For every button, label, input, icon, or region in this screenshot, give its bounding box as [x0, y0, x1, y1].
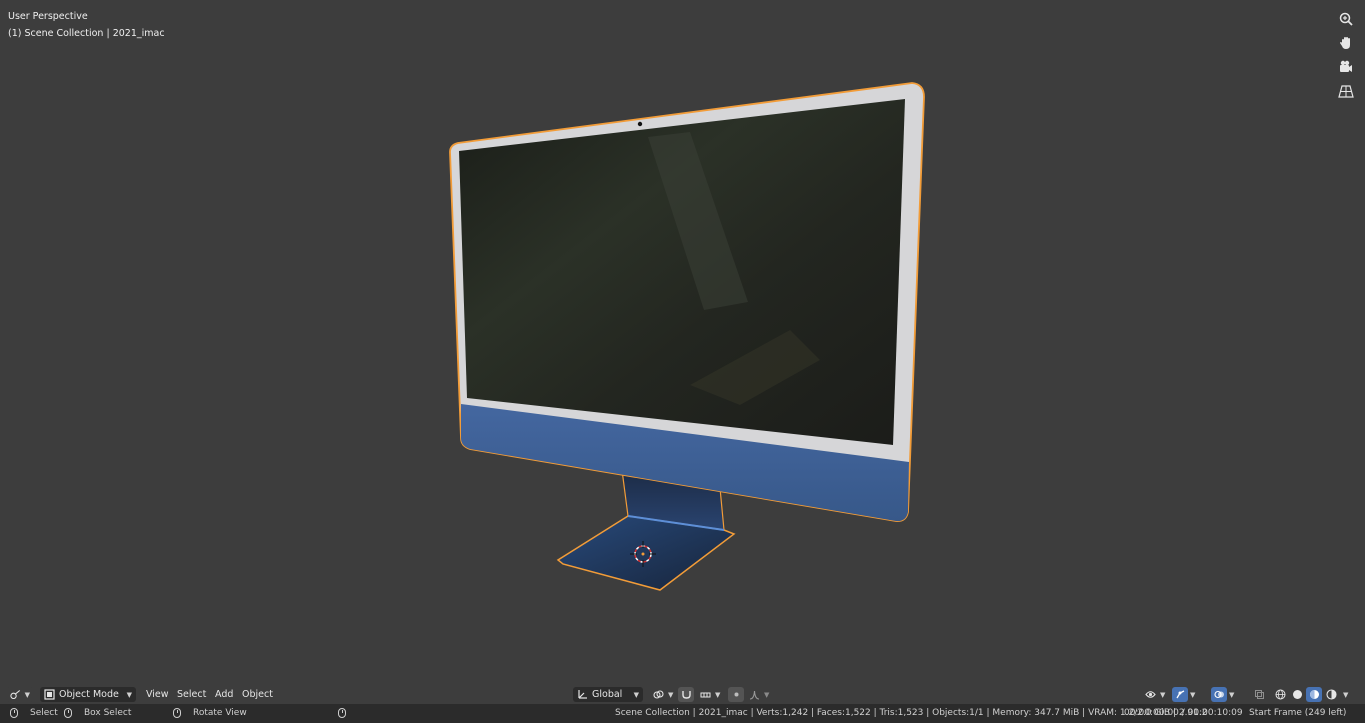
proportional-edit-toggle[interactable] — [728, 687, 744, 702]
menu-object[interactable]: Object — [238, 687, 277, 702]
menu-view[interactable]: View — [142, 687, 173, 702]
mouse-icon — [338, 708, 346, 718]
object-mode-icon — [44, 689, 55, 700]
status-select-hint: Select — [10, 708, 58, 718]
snap-toggle[interactable] — [678, 687, 694, 702]
rendered-shading-icon — [1325, 689, 1337, 700]
mouse-icon — [64, 708, 72, 718]
snap-increment-icon — [700, 692, 710, 698]
camera-dot — [637, 121, 643, 127]
wireframe-shading-icon — [1275, 689, 1285, 700]
3d-viewport[interactable]: User Perspective (1) Scene Collection | … — [0, 0, 1365, 685]
chevron-down-icon: ▼ — [764, 690, 770, 699]
visibility-icon — [1144, 691, 1156, 698]
status-bar: Select Box Select Rotate View Scene Coll… — [0, 704, 1365, 723]
status-context-hint — [338, 708, 346, 718]
status-select-label: Select — [30, 708, 58, 718]
start-frame-info: Start Frame (249 left) — [1249, 708, 1347, 718]
camera-icon[interactable] — [1335, 56, 1357, 78]
status-box-select-hint: Box Select — [64, 708, 131, 718]
editor-type-icon — [10, 690, 21, 700]
chevron-down-icon: ▼ — [126, 690, 132, 699]
falloff-icon — [749, 690, 759, 700]
wireframe-shading-button[interactable] — [1272, 687, 1288, 702]
chevron-down-icon: ▼ — [24, 690, 30, 699]
chevron-down-icon: ▼ — [668, 690, 674, 699]
gizmo-icon — [1175, 690, 1184, 699]
chevron-down-icon: ▼ — [1190, 690, 1196, 699]
overlay-dropdown[interactable]: ▼ — [1211, 687, 1234, 702]
chevron-down-icon: ▼ — [715, 690, 721, 699]
proportional-icon — [734, 692, 738, 697]
orientation-icon — [578, 690, 587, 699]
proportional-falloff-dropdown[interactable]: ▼ — [746, 687, 769, 702]
snap-target-dropdown[interactable]: ▼ — [697, 687, 720, 702]
snap-icon — [681, 691, 691, 699]
chevron-down-icon: ▼ — [1229, 690, 1235, 699]
perspective-grid-icon[interactable] — [1335, 80, 1357, 102]
transform-orientation-dropdown[interactable]: Global ▼ — [573, 687, 643, 702]
rendered-shading-button[interactable] — [1323, 687, 1339, 702]
status-rotate-view-label: Rotate View — [193, 708, 247, 718]
menu-add[interactable]: Add — [211, 687, 237, 702]
pivot-icon — [652, 690, 664, 699]
chevron-down-icon[interactable]: ▼ — [1343, 691, 1348, 699]
solid-shading-button[interactable] — [1289, 687, 1305, 702]
menu-select[interactable]: Select — [173, 687, 210, 702]
chevron-down-icon: ▼ — [1160, 690, 1166, 699]
material-shading-button[interactable] — [1306, 687, 1322, 702]
gizmo-dropdown[interactable]: ▼ — [1172, 687, 1195, 702]
scene-statistics: Scene Collection | 2021_imac | Verts:1,2… — [615, 708, 1208, 718]
zoom-icon[interactable] — [1335, 8, 1357, 30]
timecode: 00:00:00:00 / 00:00:10:09 — [1124, 708, 1243, 718]
mouse-icon — [173, 708, 181, 718]
status-box-select-label: Box Select — [84, 708, 132, 718]
xray-icon — [1254, 690, 1264, 699]
imac-model[interactable] — [0, 0, 1365, 685]
orientation-label: Global — [592, 689, 623, 700]
xray-toggle[interactable] — [1251, 687, 1267, 702]
hand-pan-icon[interactable] — [1335, 32, 1357, 54]
pivot-point-dropdown[interactable]: ▼ — [650, 687, 673, 702]
editor-type-dropdown[interactable]: ▼ — [6, 687, 34, 702]
overlay-icon — [1213, 690, 1224, 699]
visibility-dropdown[interactable]: ▼ — [1142, 687, 1165, 702]
solid-shading-icon — [1292, 690, 1302, 699]
mouse-icon — [10, 708, 18, 718]
mode-dropdown[interactable]: Object Mode ▼ — [40, 687, 136, 702]
shading-modes: ▼ — [1272, 687, 1348, 702]
chevron-down-icon: ▼ — [633, 690, 639, 699]
viewport-header: ▼ Object Mode ▼ View Select Add Object G… — [0, 685, 1365, 704]
material-shading-icon — [1309, 690, 1319, 699]
status-rotate-view-hint: Rotate View — [173, 708, 247, 718]
mode-label: Object Mode — [59, 689, 119, 700]
